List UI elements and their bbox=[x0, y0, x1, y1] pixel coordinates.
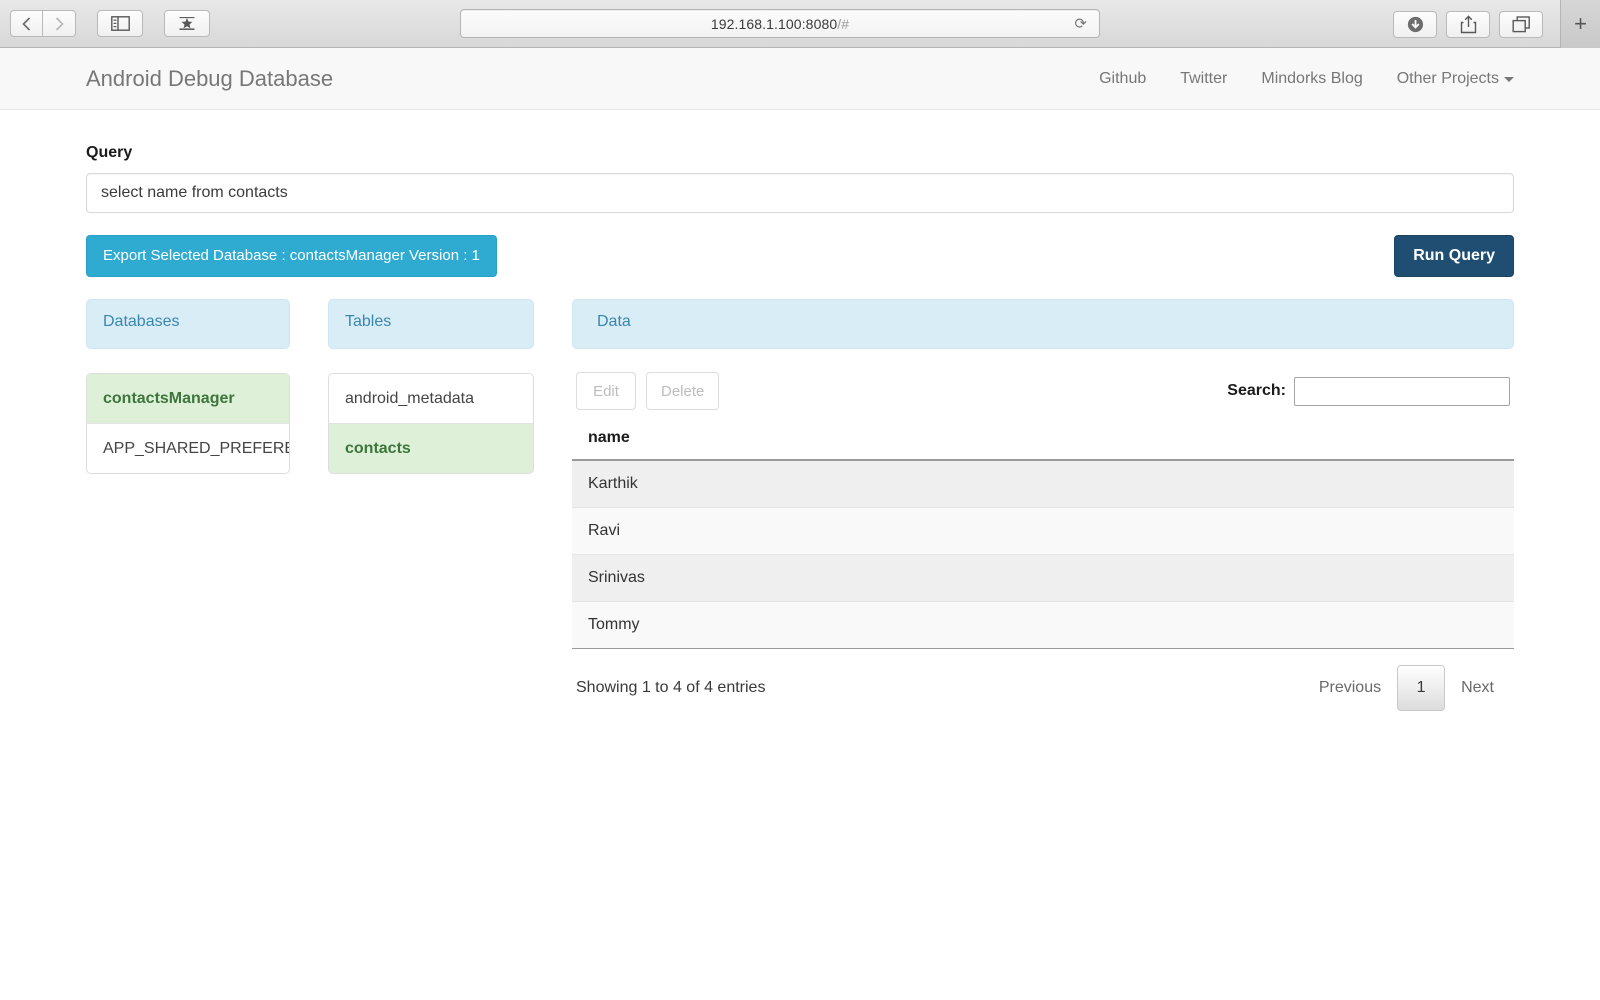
table-row[interactable]: Srinivas bbox=[572, 554, 1514, 602]
action-button-row: Export Selected Database : contactsManag… bbox=[86, 235, 1514, 277]
cell-name: Karthik bbox=[572, 460, 1514, 508]
new-tab-label: + bbox=[1574, 11, 1587, 36]
database-list-item-app-shared-preferences[interactable]: APP_SHARED_PREFERENCES bbox=[87, 424, 289, 473]
chevron-down-icon bbox=[1504, 77, 1514, 82]
data-table-head: name bbox=[572, 419, 1514, 461]
forward-arrow-icon bbox=[55, 16, 64, 31]
nav-link-other-projects[interactable]: Other Projects bbox=[1397, 70, 1514, 88]
tables-panel-header: Tables bbox=[328, 299, 534, 349]
data-table: name Karthik Ravi Srinivas Tommy bbox=[572, 419, 1514, 649]
nav-link-twitter[interactable]: Twitter bbox=[1180, 70, 1227, 88]
downloads-button[interactable] bbox=[1393, 10, 1437, 38]
cell-name: Srinivas bbox=[572, 554, 1514, 602]
databases-panel: Databases contactsManager APP_SHARED_PRE… bbox=[86, 299, 290, 475]
address-path: /# bbox=[837, 15, 850, 32]
sidebar-toggle-button[interactable] bbox=[97, 10, 143, 37]
nav-link-github[interactable]: Github bbox=[1099, 70, 1146, 88]
pagination-next[interactable]: Next bbox=[1445, 679, 1510, 697]
search-input[interactable] bbox=[1294, 376, 1510, 406]
data-table-body: Karthik Ravi Srinivas Tommy bbox=[572, 460, 1514, 649]
address-bar-text: 192.168.1.100:8080/# bbox=[711, 16, 849, 32]
run-query-button[interactable]: Run Query bbox=[1394, 235, 1514, 277]
cell-name: Tommy bbox=[572, 601, 1514, 649]
back-button[interactable] bbox=[10, 10, 43, 37]
data-panel-header: Data bbox=[572, 299, 1514, 349]
tab-overview-icon bbox=[1512, 15, 1530, 32]
browser-toolbar: 192.168.1.100:8080/# ⟳ + bbox=[0, 0, 1600, 48]
new-tab-button[interactable]: + bbox=[1560, 0, 1600, 48]
databases-panel-header: Databases bbox=[86, 299, 290, 349]
cell-name: Ravi bbox=[572, 507, 1514, 555]
export-database-button[interactable]: Export Selected Database : contactsManag… bbox=[86, 235, 497, 277]
data-panel: Data Edit Delete Search: name Karthik Ra… bbox=[572, 299, 1514, 711]
nav-link-other-projects-label: Other Projects bbox=[1396, 69, 1499, 87]
page-content: Query Export Selected Database : contact… bbox=[0, 144, 1600, 711]
data-table-header-row: name bbox=[572, 419, 1514, 461]
share-icon bbox=[1460, 14, 1476, 33]
tab-overview-button[interactable] bbox=[1499, 10, 1543, 38]
panels-row: Databases contactsManager APP_SHARED_PRE… bbox=[86, 299, 1514, 711]
table-row[interactable]: Karthik bbox=[572, 460, 1514, 508]
data-table-footer: Showing 1 to 4 of 4 entries Previous 1 N… bbox=[572, 649, 1514, 711]
back-arrow-icon bbox=[22, 16, 31, 31]
share-button[interactable] bbox=[1446, 10, 1490, 38]
data-toolbar: Edit Delete Search: bbox=[572, 371, 1514, 411]
column-header-name[interactable]: name bbox=[572, 419, 1514, 461]
databases-list: contactsManager APP_SHARED_PREFERENCES bbox=[86, 373, 290, 475]
delete-button[interactable]: Delete bbox=[646, 372, 720, 410]
data-panel-body: Edit Delete Search: name Karthik Ravi Sr… bbox=[572, 371, 1514, 711]
address-bar[interactable]: 192.168.1.100:8080/# ⟳ bbox=[460, 9, 1100, 38]
showing-entries-info: Showing 1 to 4 of 4 entries bbox=[576, 679, 766, 696]
browser-toolbar-right: + bbox=[1393, 0, 1600, 48]
forward-button[interactable] bbox=[43, 10, 76, 37]
edit-button[interactable]: Edit bbox=[576, 372, 636, 410]
pagination: Previous 1 Next bbox=[1303, 665, 1510, 711]
nav-button-group bbox=[10, 10, 76, 37]
bookmarks-star-icon bbox=[179, 17, 195, 30]
query-input[interactable] bbox=[86, 173, 1514, 213]
table-row[interactable]: Ravi bbox=[572, 507, 1514, 555]
tables-panel: Tables android_metadata contacts bbox=[328, 299, 534, 475]
bookmarks-button[interactable] bbox=[164, 10, 210, 37]
table-list-item-contacts[interactable]: contacts bbox=[329, 424, 533, 474]
table-list-item-android-metadata[interactable]: android_metadata bbox=[329, 374, 533, 425]
search-label: Search: bbox=[1227, 382, 1286, 399]
tables-list: android_metadata contacts bbox=[328, 373, 534, 475]
query-label: Query bbox=[86, 144, 133, 161]
reload-icon[interactable]: ⟳ bbox=[1074, 16, 1087, 31]
browser-toolbar-left bbox=[0, 10, 210, 37]
pagination-previous[interactable]: Previous bbox=[1303, 679, 1397, 697]
search-area: Search: bbox=[1227, 376, 1510, 406]
table-row[interactable]: Tommy bbox=[572, 601, 1514, 649]
nav-links: Github Twitter Mindorks Blog Other Proje… bbox=[1099, 70, 1572, 88]
database-list-item-contactsmanager[interactable]: contactsManager bbox=[87, 374, 289, 425]
brand-title: Android Debug Database bbox=[86, 65, 334, 91]
site-navbar: Android Debug Database Github Twitter Mi… bbox=[0, 48, 1600, 110]
pagination-page-1[interactable]: 1 bbox=[1397, 665, 1446, 711]
sidebar-toggle-icon bbox=[110, 16, 130, 31]
downloads-icon bbox=[1407, 16, 1423, 32]
address-host: 192.168.1.100:8080 bbox=[710, 15, 838, 32]
nav-link-mindorks-blog[interactable]: Mindorks Blog bbox=[1261, 70, 1362, 88]
